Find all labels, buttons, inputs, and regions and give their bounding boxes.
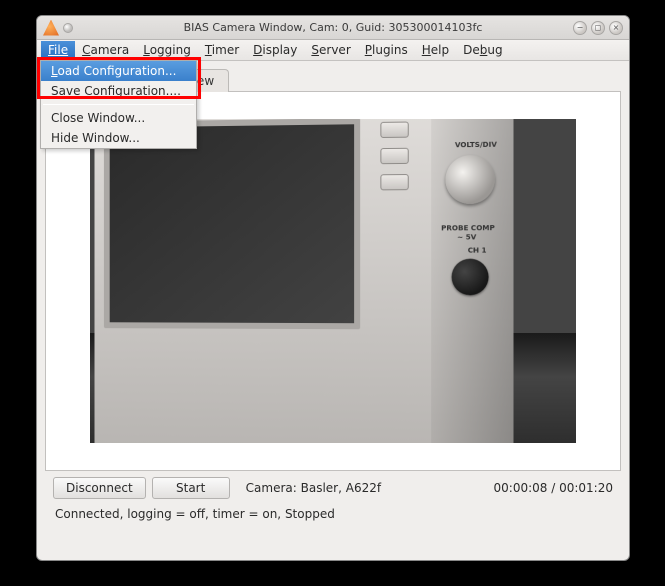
scope-ch1-top-label: CH 1 — [468, 119, 487, 121]
scope-ch1-label: CH 1 — [468, 246, 487, 254]
scope-ch1-knob — [452, 259, 489, 296]
file-close-window[interactable]: Close Window... — [41, 108, 196, 128]
camera-preview: CH 1 VOLTS/DIV PROBE COMP ~ 5V CH 1 — [90, 119, 576, 443]
file-load-config[interactable]: Load Configuration... — [41, 61, 196, 81]
scope-button-3 — [380, 174, 408, 190]
menu-server[interactable]: Server — [304, 41, 357, 59]
bottom-bar: Disconnect Start Camera: Basler, A622f 0… — [45, 471, 621, 503]
dropdown-separator — [43, 104, 194, 105]
titlebar: BIAS Camera Window, Cam: 0, Guid: 305300… — [37, 16, 629, 40]
scope-probe-v-label: ~ 5V — [457, 233, 476, 241]
scope-volts-div-knob — [445, 155, 494, 204]
status-bar: Connected, logging = off, timer = on, St… — [45, 503, 621, 531]
scope-voltsdiv-label: VOLTS/DIV — [455, 141, 497, 150]
menu-logging[interactable]: Logging — [136, 41, 198, 59]
file-dropdown: Load Configuration... Save Configuration… — [40, 60, 197, 149]
menu-help[interactable]: Help — [415, 41, 456, 59]
scope-probecomp-label: PROBE COMP — [441, 224, 495, 232]
disconnect-button[interactable]: Disconnect — [53, 477, 146, 499]
menu-display[interactable]: Display — [246, 41, 304, 59]
scope-button-2 — [380, 148, 408, 164]
scope-button-1 — [380, 122, 408, 138]
time-info: 00:00:08 / 00:01:20 — [494, 481, 613, 495]
window-title: BIAS Camera Window, Cam: 0, Guid: 305300… — [37, 21, 629, 34]
menu-timer[interactable]: Timer — [198, 41, 246, 59]
camera-info: Camera: Basler, A622f — [246, 481, 381, 495]
menu-plugins[interactable]: Plugins — [358, 41, 415, 59]
menubar: File Camera Logging Timer Display Server… — [37, 40, 629, 61]
start-button[interactable]: Start — [152, 477, 230, 499]
file-hide-window[interactable]: Hide Window... — [41, 128, 196, 148]
file-save-config[interactable]: Save Configuration.... — [41, 81, 196, 101]
menu-debug[interactable]: Debug — [456, 41, 509, 59]
menu-file[interactable]: File — [41, 41, 75, 59]
menu-camera[interactable]: Camera — [75, 41, 136, 59]
